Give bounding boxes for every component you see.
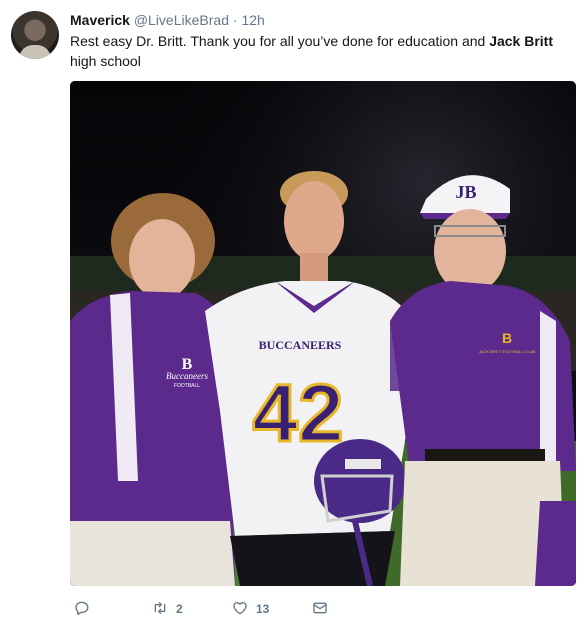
shirt-left-sub: FOOTBALL xyxy=(174,383,200,389)
avatar[interactable] xyxy=(11,11,59,59)
jersey-team: BUCCANEERS xyxy=(259,338,342,352)
tweet-header: Maverick @LiveLikeBrad · 12h xyxy=(70,11,265,29)
jersey-number: 42 xyxy=(252,368,343,459)
tweet-photo[interactable]: B Buccaneers FOOTBALL BUCCANEERS 42 JB B… xyxy=(70,81,576,586)
like-button[interactable]: 13 xyxy=(232,599,269,619)
message-button[interactable] xyxy=(312,599,328,619)
timestamp[interactable]: 12h xyxy=(241,12,264,28)
reply-button[interactable] xyxy=(74,599,98,619)
author-handle[interactable]: @LiveLikeBrad xyxy=(134,12,229,28)
like-count: 13 xyxy=(256,602,270,616)
retweet-count: 2 xyxy=(176,602,183,616)
cap-letters: JB xyxy=(455,182,476,202)
tweet-text-part-1: Rest easy Dr. Britt. Thank you for all y… xyxy=(70,33,490,49)
shirt-right-letter: B xyxy=(502,330,512,346)
shirt-left-team: Buccaneers xyxy=(166,371,208,381)
reply-icon xyxy=(74,600,90,619)
retweet-button[interactable]: 2 xyxy=(152,599,183,619)
separator: · xyxy=(232,12,238,28)
tweet-text-bold: Jack Britt xyxy=(489,33,554,49)
retweet-icon xyxy=(152,600,168,619)
tweet-text-part-2: high school xyxy=(70,53,141,69)
tweet: Maverick @LiveLikeBrad · 12h Rest easy D… xyxy=(0,0,587,627)
like-icon xyxy=(232,600,248,619)
message-icon xyxy=(312,600,328,619)
author-name[interactable]: Maverick xyxy=(70,12,130,28)
tweet-actions: 2 13 xyxy=(70,599,570,619)
shirt-right-sub: JACK BRITT FOOTBALL CLUB xyxy=(479,349,536,354)
tweet-text: Rest easy Dr. Britt. Thank you for all y… xyxy=(70,31,570,71)
